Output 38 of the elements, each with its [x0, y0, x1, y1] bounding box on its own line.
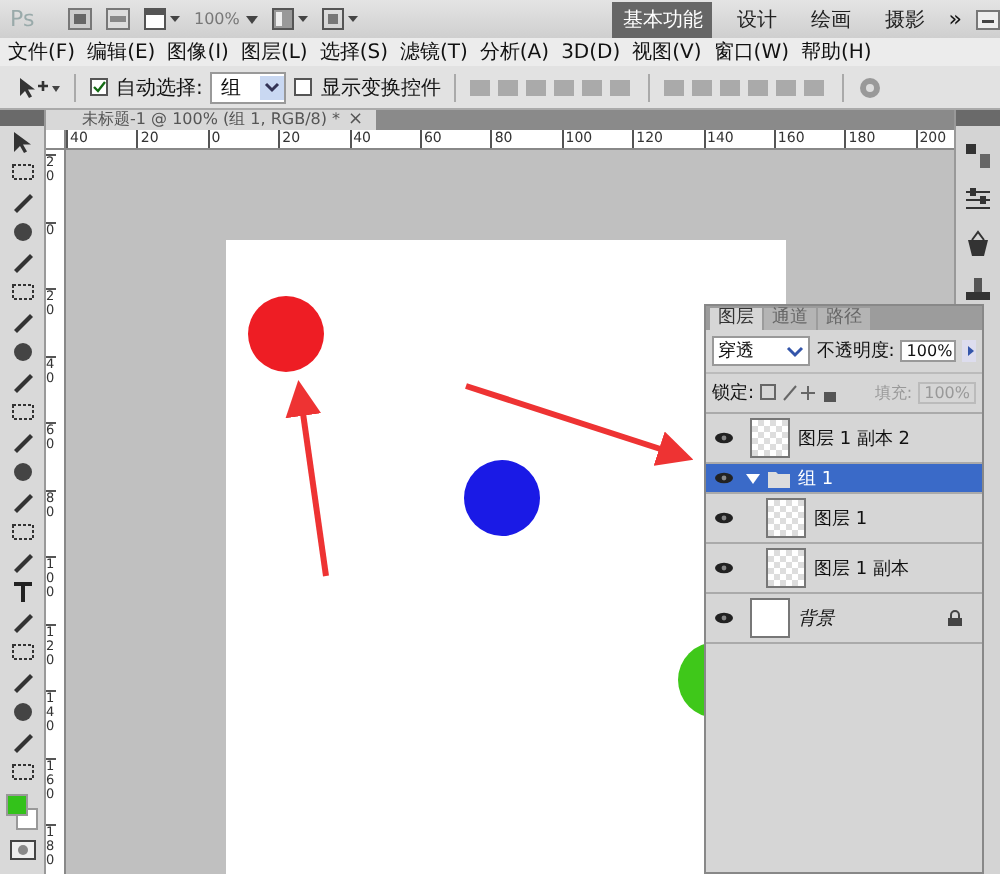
layer-row[interactable]: 图层 1	[706, 494, 982, 544]
blend-mode-dropdown[interactable]: 穿透	[712, 336, 811, 366]
menu-item[interactable]: 帮助(H)	[799, 38, 874, 66]
workspace-button[interactable]: 基本功能	[612, 1, 713, 37]
show-transform-label: 显示变换控件	[320, 75, 441, 101]
menu-item[interactable]: 文件(F)	[6, 38, 78, 66]
panel-tab[interactable]: 图层	[710, 308, 762, 330]
menu-item[interactable]: 窗口(W)	[711, 38, 791, 66]
opacity-label: 不透明度:	[816, 339, 895, 364]
menu-item[interactable]: 编辑(E)	[85, 38, 158, 66]
workspace-button[interactable]: 摄影	[874, 1, 935, 37]
menu-item[interactable]: 分析(A)	[477, 38, 552, 66]
layer-name: 图层 1 副本	[814, 557, 909, 581]
layer-name: 图层 1 副本 2	[798, 427, 911, 451]
lock-label: 锁定:	[712, 381, 755, 406]
more-workspaces[interactable]: »	[948, 6, 962, 32]
menu-item[interactable]: 滤镜(T)	[397, 38, 470, 66]
document-tab[interactable]: 未标题-1 @ 100% (组 1, RGB/8) * ×	[46, 110, 376, 130]
menu-item[interactable]: 图像(I)	[165, 38, 231, 66]
workspace-button[interactable]: 绘画	[800, 1, 861, 37]
auto-select-label: 自动选择:	[116, 75, 203, 101]
menu-item[interactable]: 图层(L)	[238, 38, 310, 66]
close-tab[interactable]: ×	[348, 110, 364, 130]
layer-row[interactable]: 图层 1 副本 2	[706, 414, 982, 464]
app-logo: Ps	[10, 6, 37, 32]
menu-item[interactable]: 视图(V)	[630, 38, 704, 66]
layer-row[interactable]: 图层 1 副本	[706, 544, 982, 594]
fill-label: 填充:	[874, 382, 913, 404]
layer-name: 图层 1	[814, 507, 868, 531]
layer-name: 背景	[798, 607, 834, 631]
workspace-button[interactable]: 设计	[726, 1, 787, 37]
opacity-field[interactable]: 100%	[900, 340, 957, 362]
menu-item[interactable]: 选择(S)	[317, 38, 390, 66]
layer-row[interactable]: 组 1	[706, 464, 982, 494]
layer-name: 组 1	[798, 467, 834, 491]
auto-select-dropdown[interactable]: 组	[210, 71, 287, 103]
menu-item[interactable]: 3D(D)	[559, 41, 623, 63]
layer-row[interactable]: 背景	[706, 594, 982, 644]
